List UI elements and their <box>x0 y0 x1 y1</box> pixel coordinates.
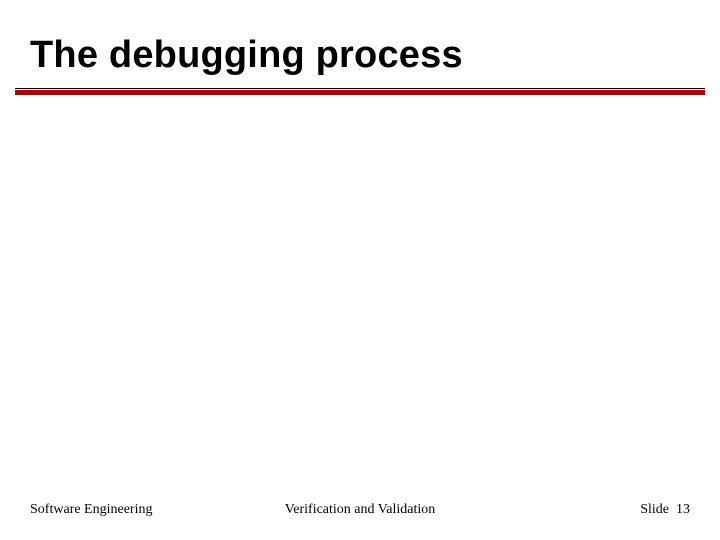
slide: The debugging process Software Engineeri… <box>0 0 720 540</box>
slide-footer: Software Engineering Verification and Va… <box>0 498 720 518</box>
footer-slide-label: Slide <box>640 502 669 517</box>
slide-title: The debugging process <box>30 34 463 77</box>
footer-center: Verification and Validation <box>0 502 720 518</box>
title-rule-thin <box>15 88 705 89</box>
footer-right: Slide 13 <box>640 502 690 518</box>
title-rule-red <box>15 90 705 95</box>
footer-slide-number: 13 <box>676 502 690 517</box>
